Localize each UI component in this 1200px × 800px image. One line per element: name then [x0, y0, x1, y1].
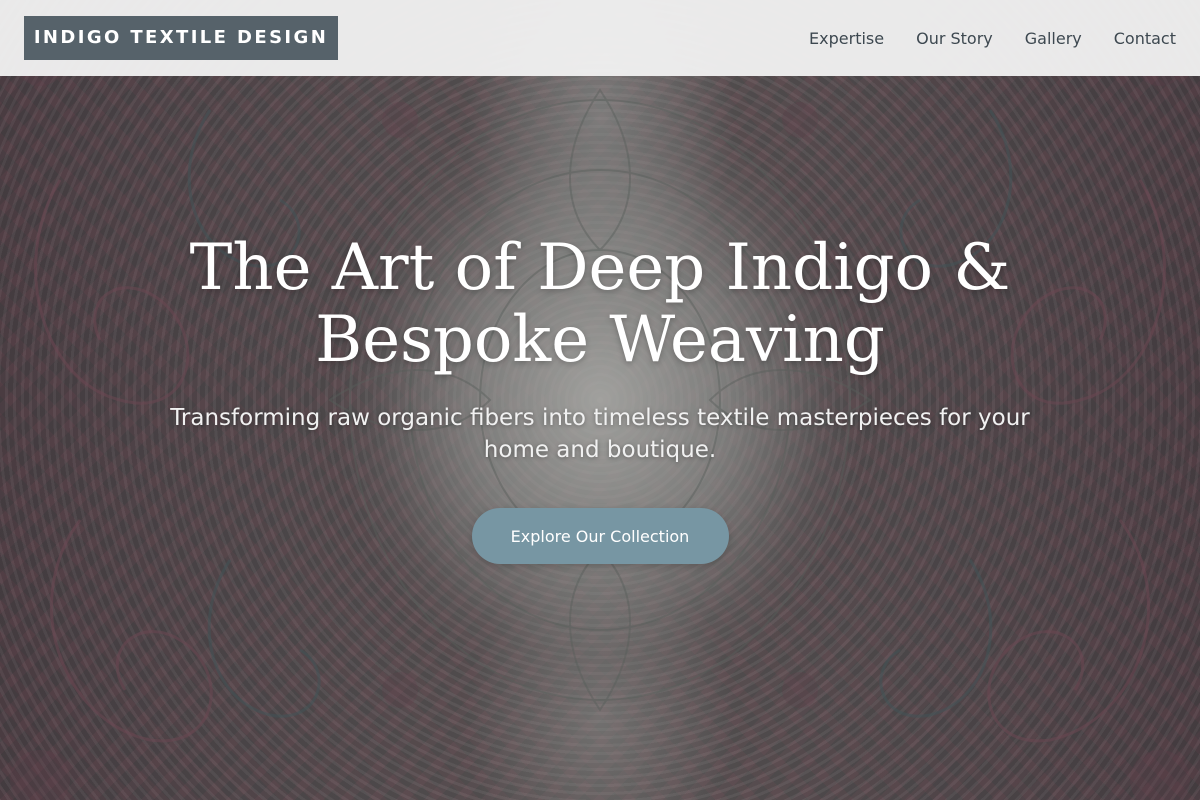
hero-title-line-2: Bespoke Weaving — [315, 303, 885, 377]
explore-collection-button[interactable]: Explore Our Collection — [471, 508, 729, 564]
nav-link-expertise[interactable]: Expertise — [809, 29, 884, 48]
hero-section: The Art of Deep Indigo & Bespoke Weaving… — [150, 232, 1050, 564]
nav-link-contact[interactable]: Contact — [1114, 29, 1176, 48]
hero-title: The Art of Deep Indigo & Bespoke Weaving — [150, 232, 1050, 376]
nav-link-our-story[interactable]: Our Story — [916, 29, 993, 48]
main-nav: Expertise Our Story Gallery Contact — [809, 0, 1176, 76]
site-header: INDIGO TEXTILE DESIGN Expertise Our Stor… — [0, 0, 1200, 76]
hero-title-line-1: The Art of Deep Indigo & — [189, 231, 1011, 305]
brand-logo[interactable]: INDIGO TEXTILE DESIGN — [24, 16, 338, 60]
hero-subtitle: Transforming raw organic fibers into tim… — [170, 405, 1030, 463]
nav-link-gallery[interactable]: Gallery — [1025, 29, 1082, 48]
page: INDIGO TEXTILE DESIGN Expertise Our Stor… — [0, 0, 1200, 800]
